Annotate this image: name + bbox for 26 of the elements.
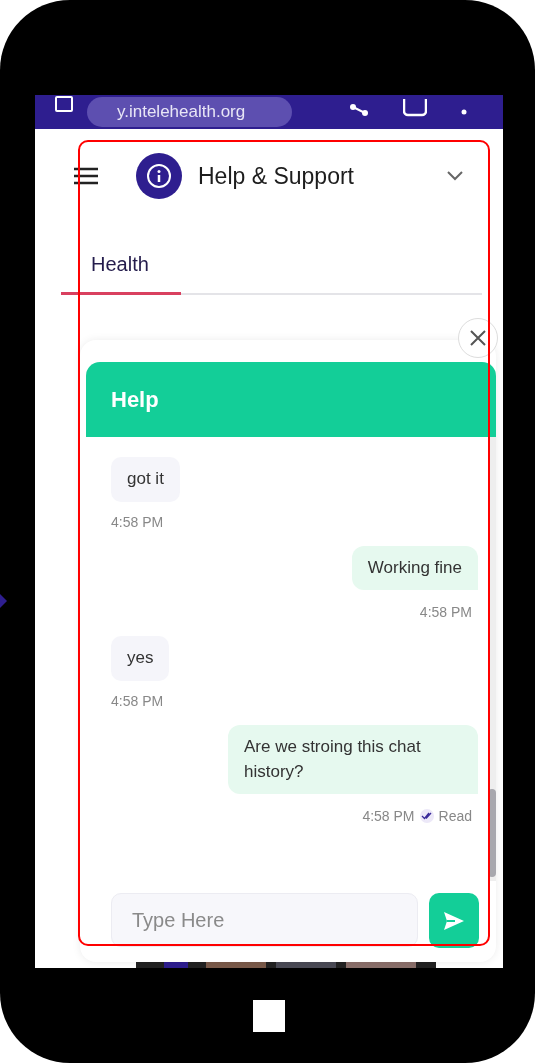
timestamp: 4:58 PM (111, 692, 164, 709)
message-field[interactable]: Type Here (111, 893, 418, 947)
message-bubble: yes (111, 636, 170, 681)
message-bubble: got it (111, 457, 180, 502)
message-bubble: Are we stroing this chat history? (228, 724, 478, 795)
timestamp: 4:58 PM (362, 808, 415, 825)
pointer-icon (0, 594, 7, 608)
tab[interactable]: Health (61, 241, 181, 295)
tabs-icon[interactable] (55, 96, 73, 112)
chevron-down-icon[interactable] (446, 170, 464, 182)
close-icon (469, 329, 487, 347)
url-text: y.intelehealth.org (117, 102, 246, 122)
timestamp: 4:58 PM (419, 604, 472, 621)
close-button[interactable] (458, 318, 498, 358)
message-bubble: Working fine (351, 545, 478, 591)
send-icon (443, 910, 465, 931)
send-button[interactable] (429, 893, 479, 948)
double-check-icon (419, 809, 434, 824)
address-bar[interactable]: y.intelehealth.org (87, 97, 292, 127)
timestamp: 4:58 PM (111, 513, 164, 530)
tab-count-icon[interactable] (403, 99, 427, 117)
chat-title: Help (111, 386, 159, 413)
page-title: Help & Support (198, 162, 355, 190)
info-icon (136, 153, 182, 199)
menu-icon[interactable] (74, 167, 98, 185)
read-status: Read (438, 808, 472, 825)
